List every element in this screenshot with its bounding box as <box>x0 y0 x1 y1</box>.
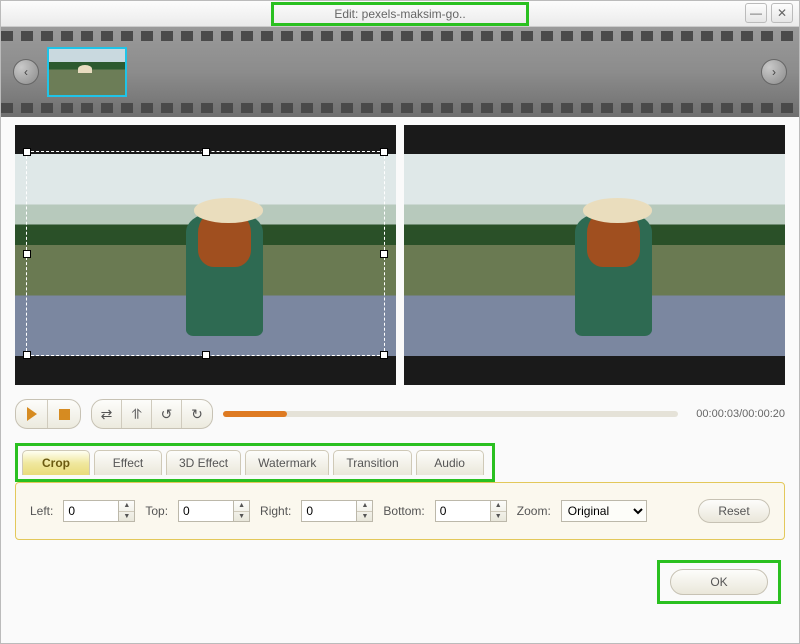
right-label: Right: <box>260 504 291 518</box>
zoom-select[interactable]: Original <box>561 500 647 522</box>
top-down[interactable]: ▼ <box>234 512 249 522</box>
crop-handle-w[interactable] <box>23 250 31 258</box>
tab-effect[interactable]: Effect <box>94 450 162 475</box>
dialog-footer: OK <box>1 548 799 620</box>
crop-handle-e[interactable] <box>380 250 388 258</box>
left-up[interactable]: ▲ <box>119 501 134 512</box>
tab-3d-effect[interactable]: 3D Effect <box>166 450 241 475</box>
tab-audio[interactable]: Audio <box>416 450 484 475</box>
right-spinner: ▲▼ <box>301 500 373 522</box>
top-up[interactable]: ▲ <box>234 501 249 512</box>
play-stop-group <box>15 399 81 429</box>
top-label: Top: <box>145 504 168 518</box>
left-spinner: ▲▼ <box>63 500 135 522</box>
crop-handle-n[interactable] <box>202 148 210 156</box>
stop-icon <box>59 409 70 420</box>
highlight-ok: OK <box>657 560 781 604</box>
highlight-title: Edit: pexels-maksim-go.. <box>271 2 528 26</box>
rotate-ccw-button[interactable]: ↺ <box>152 400 182 428</box>
left-input[interactable] <box>63 500 119 522</box>
time-display: 00:00:03/00:00:20 <box>696 408 785 420</box>
crop-panel: Left: ▲▼ Top: ▲▼ Right: ▲▼ Bottom: ▲▼ Zo… <box>15 482 785 540</box>
crop-handle-s[interactable] <box>202 351 210 359</box>
filmstrip-prev-button[interactable]: ‹ <box>13 59 39 85</box>
play-button[interactable] <box>16 400 48 428</box>
left-down[interactable]: ▼ <box>119 512 134 522</box>
reset-button[interactable]: Reset <box>698 499 770 523</box>
top-input[interactable] <box>178 500 234 522</box>
edit-window: Edit: pexels-maksim-go.. — ✕ ‹ › <box>0 0 800 644</box>
crop-handle-ne[interactable] <box>380 148 388 156</box>
filmstrip: ‹ › <box>1 27 799 117</box>
minimize-button[interactable]: — <box>745 3 767 23</box>
crop-handle-se[interactable] <box>380 351 388 359</box>
right-input[interactable] <box>301 500 357 522</box>
seek-bar[interactable] <box>223 411 678 417</box>
left-label: Left: <box>30 504 53 518</box>
crop-selection[interactable] <box>26 151 384 356</box>
filmstrip-next-button[interactable]: › <box>761 59 787 85</box>
crop-preview-result <box>404 125 785 385</box>
bottom-label: Bottom: <box>383 504 424 518</box>
shuffle-button[interactable]: ⇄ <box>92 400 122 428</box>
crop-handle-nw[interactable] <box>23 148 31 156</box>
flip-button[interactable]: ⥣ <box>122 400 152 428</box>
titlebar: Edit: pexels-maksim-go.. — ✕ <box>1 1 799 27</box>
tab-transition[interactable]: Transition <box>333 450 411 475</box>
window-controls: — ✕ <box>745 3 793 23</box>
zoom-label: Zoom: <box>517 504 551 518</box>
tab-watermark[interactable]: Watermark <box>245 450 329 475</box>
play-icon <box>27 407 37 421</box>
seek-progress <box>223 411 287 417</box>
crop-handle-sw[interactable] <box>23 351 31 359</box>
edit-controls-group: ⇄ ⥣ ↺ ↻ <box>91 399 213 429</box>
tab-crop[interactable]: Crop <box>22 450 90 475</box>
clip-thumbnail[interactable] <box>47 47 127 97</box>
preview-row <box>1 117 799 393</box>
edit-tabs: Crop Effect 3D Effect Watermark Transiti… <box>22 450 488 475</box>
bottom-down[interactable]: ▼ <box>491 512 506 522</box>
right-down[interactable]: ▼ <box>357 512 372 522</box>
stop-button[interactable] <box>48 400 80 428</box>
right-up[interactable]: ▲ <box>357 501 372 512</box>
highlight-tabs: Crop Effect 3D Effect Watermark Transiti… <box>15 443 495 482</box>
ok-button[interactable]: OK <box>670 569 768 595</box>
bottom-input[interactable] <box>435 500 491 522</box>
top-spinner: ▲▼ <box>178 500 250 522</box>
bottom-up[interactable]: ▲ <box>491 501 506 512</box>
rotate-cw-button[interactable]: ↻ <box>182 400 212 428</box>
close-button[interactable]: ✕ <box>771 3 793 23</box>
playback-controls: ⇄ ⥣ ↺ ↻ 00:00:03/00:00:20 <box>1 393 799 439</box>
crop-preview-source[interactable] <box>15 125 396 385</box>
bottom-spinner: ▲▼ <box>435 500 507 522</box>
window-title: Edit: pexels-maksim-go.. <box>334 7 465 21</box>
